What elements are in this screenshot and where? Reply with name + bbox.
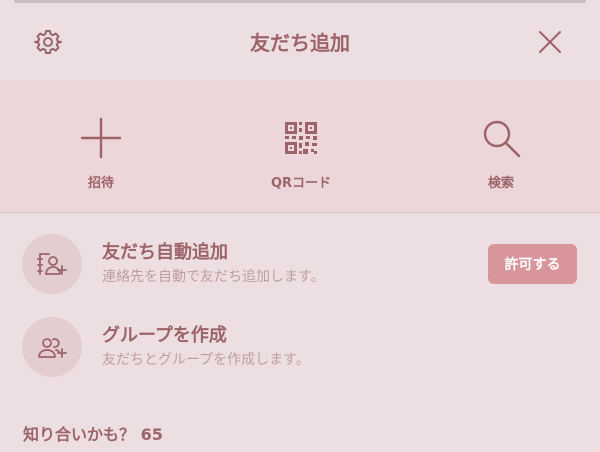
row-subtitle: 連絡先を自動で友だち追加します。 [102,269,325,285]
group-add-icon [22,317,82,377]
contact-add-icon [22,234,82,294]
row-subtitle: 友だちとグループを作成します。 [102,352,310,368]
create-group-row[interactable]: グループを作成 友だちとグループを作成します。 [0,317,600,397]
qr-code-label: QRコード [270,176,332,191]
auto-add-friends-row[interactable]: 友だち自動追加 連絡先を自動で友だち追加します。 許可する [0,234,600,314]
suggested-friends-heading: 知り合いかも？ 65 [23,421,163,445]
page-title: 友だち追加 [250,31,350,55]
row-title: 友だち自動追加 [102,242,228,263]
search-label: 検索 [487,176,514,191]
add-method-bar: 招待 QRコード 検索 [0,80,600,213]
allow-button[interactable]: 許可する [488,244,577,284]
qr-code-button[interactable]: QRコード [231,80,371,212]
invite-button[interactable]: 招待 [31,80,171,212]
search-button[interactable]: 検索 [431,80,571,212]
qr-code-icon [279,116,323,160]
plus-icon [79,116,123,160]
invite-label: 招待 [87,176,114,191]
row-title: グループを作成 [102,325,227,346]
close-icon[interactable] [536,28,564,56]
suggested-count: 65 [140,425,163,444]
search-icon [479,116,523,160]
suggested-label: 知り合いかも？ [23,425,136,444]
header: 友だち追加 [0,0,600,80]
